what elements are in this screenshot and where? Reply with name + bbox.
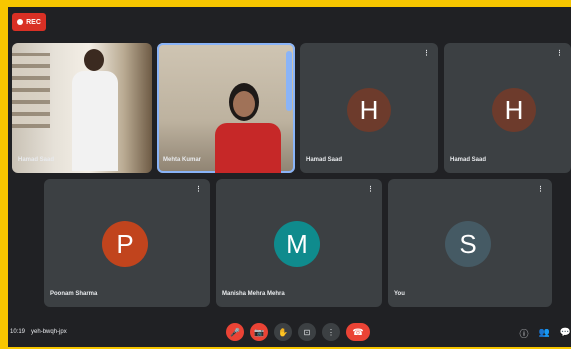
avatar-initial: H bbox=[359, 94, 379, 125]
side-panel-controls: ⓘ 👥 💬 bbox=[520, 327, 571, 340]
more-options-icon[interactable]: ⋮ bbox=[195, 185, 202, 193]
more-options-icon[interactable]: ⋮ bbox=[367, 185, 374, 193]
participant-tile[interactable]: ⋮ H Hamad Saad bbox=[444, 43, 571, 173]
participant-avatar: S bbox=[445, 221, 491, 267]
participant-name: Hamad Saad bbox=[306, 157, 343, 163]
participant-name: Hamad Saad bbox=[18, 157, 55, 163]
participant-avatar: P bbox=[102, 221, 148, 267]
recording-label: REC bbox=[26, 18, 41, 26]
info-icon[interactable]: ⓘ bbox=[520, 327, 529, 340]
call-controls: 🎤 📷 ✋ ⊡ ⋮ ☎ bbox=[226, 323, 370, 341]
participant-body bbox=[72, 71, 118, 171]
mic-icon: 🎤 bbox=[230, 327, 240, 337]
participant-face bbox=[233, 91, 255, 117]
end-call-button[interactable]: ☎ bbox=[346, 323, 370, 341]
participant-tile[interactable]: Hamad Saad bbox=[12, 43, 152, 173]
record-dot-icon bbox=[17, 19, 24, 25]
more-options-icon[interactable]: ⋮ bbox=[423, 49, 430, 57]
participant-name: Mehta Kumar bbox=[163, 157, 202, 163]
present-icon: ⊡ bbox=[303, 327, 311, 337]
meet-window: REC Hamad Saad Mehta Kumar ⋮ H Hamad Saa… bbox=[8, 7, 571, 347]
participant-tile[interactable]: ⋮ S You bbox=[388, 179, 552, 307]
raise-hand-button[interactable]: ✋ bbox=[274, 323, 292, 341]
avatar-initial: M bbox=[286, 228, 308, 259]
participant-head bbox=[84, 49, 104, 71]
present-button[interactable]: ⊡ bbox=[298, 323, 316, 341]
speaking-indicator bbox=[286, 51, 292, 111]
people-icon[interactable]: 👥 bbox=[539, 327, 550, 340]
participant-name: Hamad Saad bbox=[450, 157, 487, 163]
participant-avatar: H bbox=[347, 88, 391, 132]
meeting-time: 10:19 bbox=[10, 329, 26, 335]
avatar-initial: S bbox=[459, 228, 477, 259]
more-options-icon[interactable]: ⋮ bbox=[537, 185, 544, 193]
participant-name: You bbox=[394, 291, 405, 297]
participant-avatar: H bbox=[492, 88, 536, 132]
participant-body bbox=[215, 123, 281, 173]
participant-tile-active[interactable]: Mehta Kumar bbox=[157, 43, 295, 173]
participant-tile[interactable]: ⋮ M Manisha Mehra Mehra bbox=[216, 179, 382, 307]
mic-toggle-button[interactable]: 🎤 bbox=[226, 323, 244, 341]
background-shelf bbox=[12, 53, 50, 128]
chat-icon[interactable]: 💬 bbox=[560, 327, 571, 340]
camera-toggle-button[interactable]: 📷 bbox=[250, 323, 268, 341]
hand-icon: ✋ bbox=[278, 327, 288, 337]
meeting-code: yeh-bwqh-jpx bbox=[31, 329, 67, 335]
more-icon: ⋮ bbox=[327, 327, 335, 337]
participant-name: Poonam Sharma bbox=[50, 291, 98, 297]
avatar-initial: H bbox=[504, 94, 524, 125]
participant-tile[interactable]: ⋮ P Poonam Sharma bbox=[44, 179, 210, 307]
participant-avatar: M bbox=[274, 221, 320, 267]
participant-tile[interactable]: ⋮ H Hamad Saad bbox=[300, 43, 438, 173]
participant-name: Manisha Mehra Mehra bbox=[222, 291, 285, 297]
bottom-toolbar: 10:19 yeh-bwqh-jpx 🎤 📷 ✋ ⊡ ⋮ ☎ ⓘ 👥 💬 bbox=[8, 321, 571, 347]
meeting-info: 10:19 yeh-bwqh-jpx bbox=[10, 329, 67, 335]
recording-badge: REC bbox=[12, 13, 46, 31]
more-options-icon[interactable]: ⋮ bbox=[556, 49, 563, 57]
end-call-icon: ☎ bbox=[352, 326, 364, 337]
more-options-button[interactable]: ⋮ bbox=[322, 323, 340, 341]
avatar-initial: P bbox=[116, 228, 134, 259]
camera-icon: 📷 bbox=[254, 327, 264, 337]
